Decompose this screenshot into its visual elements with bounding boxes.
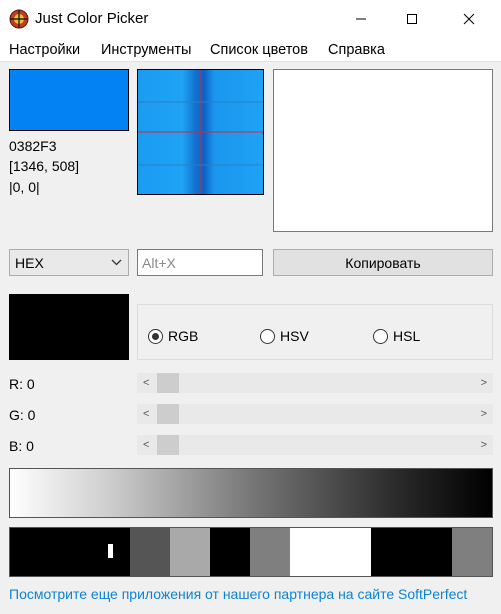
radio-hsv-circle [260, 328, 275, 344]
menu-bar: Настройки Инструменты Список цветов Спра… [0, 38, 501, 62]
menu-tools[interactable]: Инструменты [101, 42, 191, 58]
color-code: 0382F3 [9, 138, 57, 154]
scroll-left-arrow-icon[interactable]: < [143, 408, 149, 420]
palette-cell[interactable] [290, 528, 331, 576]
radio-rgb-circle [148, 328, 163, 344]
menu-settings[interactable]: Настройки [9, 42, 80, 58]
palette-cell[interactable] [250, 528, 290, 576]
palette-cell[interactable] [412, 528, 452, 576]
cursor-position: [1346, 508] [9, 158, 80, 174]
radio-rgb-dot [152, 332, 159, 340]
menu-help[interactable]: Справка [328, 42, 385, 58]
format-dropdown-value: HEX [15, 255, 44, 271]
radio-rgb-label: RGB [168, 328, 199, 344]
slider-b-thumb[interactable] [157, 435, 179, 455]
slider-r-thumb[interactable] [157, 373, 179, 393]
palette-cell[interactable] [130, 528, 170, 576]
palette-cell[interactable] [170, 528, 210, 576]
palette-cell[interactable] [452, 528, 492, 576]
radio-hsv-label: HSV [280, 328, 309, 344]
scroll-right-arrow-icon[interactable]: > [481, 408, 487, 420]
maximize-button[interactable] [384, 0, 440, 38]
brightness-gradient-bar[interactable] [9, 468, 493, 518]
app-crosshair-icon [9, 9, 29, 29]
channel-g-label: G: 0 [9, 407, 36, 423]
minimize-icon [356, 18, 366, 20]
palette-cell[interactable] [371, 528, 412, 576]
scroll-right-arrow-icon[interactable]: > [481, 377, 487, 389]
palette-cell[interactable] [10, 528, 50, 576]
radio-hsl-label: HSL [393, 328, 421, 344]
color-preview-box [273, 69, 493, 232]
current-color-swatch [9, 69, 129, 131]
scroll-left-arrow-icon[interactable]: < [143, 377, 149, 389]
slider-g-thumb[interactable] [157, 404, 179, 424]
radio-hsl-circle [373, 328, 388, 344]
channel-r-label: R: 0 [9, 376, 35, 392]
window-title: Just Color Picker [35, 10, 149, 27]
format-dropdown[interactable]: HEX [9, 249, 129, 276]
partner-link[interactable]: Посмотрите еще приложения от нашего парт… [9, 586, 467, 602]
minimize-button[interactable] [333, 0, 389, 38]
slider-r[interactable]: < > [137, 373, 493, 393]
cursor-offset: |0, 0| [9, 179, 40, 195]
selected-color-swatch [9, 294, 129, 360]
hotkey-input[interactable] [137, 249, 263, 276]
color-history-palette [9, 527, 493, 577]
close-icon [463, 13, 475, 25]
color-model-group: RGB HSV HSL [137, 304, 493, 360]
palette-cell[interactable] [210, 528, 250, 576]
slider-b[interactable]: < > [137, 435, 493, 455]
zoom-magnifier [137, 69, 264, 195]
palette-cell[interactable] [50, 528, 90, 576]
scroll-right-arrow-icon[interactable]: > [481, 439, 487, 451]
title-bar: Just Color Picker [0, 0, 501, 38]
close-button[interactable] [441, 0, 497, 38]
palette-cell[interactable] [331, 528, 371, 576]
channel-b-label: B: 0 [9, 438, 34, 454]
radio-hsl[interactable]: HSL [373, 328, 420, 344]
radio-hsv[interactable]: HSV [260, 328, 309, 344]
menu-color-list[interactable]: Список цветов [210, 42, 308, 58]
maximize-icon [407, 14, 417, 24]
radio-rgb[interactable]: RGB [148, 328, 198, 344]
chevron-down-icon [111, 259, 122, 266]
palette-cursor-marker [108, 544, 113, 558]
scroll-left-arrow-icon[interactable]: < [143, 439, 149, 451]
copy-button[interactable]: Копировать [273, 249, 493, 276]
slider-g[interactable]: < > [137, 404, 493, 424]
